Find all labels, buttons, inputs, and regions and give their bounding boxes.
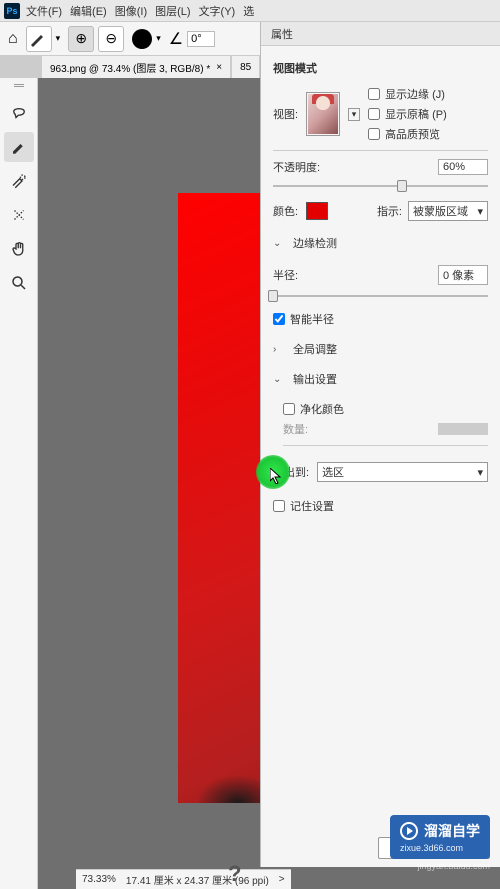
section-edge-detection[interactable]: ⌄ 边缘检测 xyxy=(273,235,488,251)
chevron-right-icon[interactable]: > xyxy=(279,874,285,885)
chevron-down-icon: ▾ xyxy=(477,205,483,218)
output-to-label: 输出到: xyxy=(273,464,309,480)
add-mode-button[interactable]: ⊕ xyxy=(68,26,94,52)
credit-text: jingyan.baidu.com xyxy=(417,861,490,871)
opacity-input[interactable]: 60% xyxy=(438,159,488,175)
quick-select-tool[interactable] xyxy=(4,166,34,196)
app-icon: Ps xyxy=(4,3,20,19)
tab-label: 85 xyxy=(240,62,251,73)
dropdown-icon[interactable]: ▾ xyxy=(56,33,61,44)
tab-active[interactable]: 963.png @ 73.4% (图层 3, RGB/8) * × xyxy=(42,56,230,78)
indicate-select[interactable]: 被蒙版区域▾ xyxy=(408,201,488,221)
checkbox-decontaminate[interactable]: 净化颜色 xyxy=(283,401,488,417)
opacity-label: 不透明度: xyxy=(273,159,320,175)
chevron-down-icon: ⌄ xyxy=(273,374,283,385)
angle-input[interactable]: 0° xyxy=(187,31,215,47)
menu-layer[interactable]: 图层(L) xyxy=(155,3,190,19)
view-dropdown[interactable]: ▾ xyxy=(348,108,360,121)
slider-thumb[interactable] xyxy=(397,180,407,192)
checkbox-remember[interactable]: 记住设置 xyxy=(273,498,488,514)
brush-preset-picker[interactable] xyxy=(26,26,52,52)
play-icon xyxy=(400,822,418,840)
help-icon[interactable]: ? xyxy=(228,861,241,887)
checkbox-show-original[interactable]: 显示原稿 (P) xyxy=(368,106,447,122)
chevron-down-icon: ▾ xyxy=(477,466,483,479)
doc-info: 17.41 厘米 x 24.37 厘米 (96 ppi) xyxy=(126,872,269,887)
menu-edit[interactable]: 编辑(E) xyxy=(70,3,107,19)
panel-tab-properties[interactable]: 属性 xyxy=(261,22,500,46)
output-to-select[interactable]: 选区▾ xyxy=(317,462,488,482)
watermark: 溜溜自学 zixue.3d66.com xyxy=(390,815,490,859)
amount-label: 数量: xyxy=(283,421,308,437)
amount-bar xyxy=(438,423,488,435)
color-swatch[interactable] xyxy=(306,202,328,220)
menu-file[interactable]: 文件(F) xyxy=(26,3,62,19)
zoom-value[interactable]: 73.33% xyxy=(82,874,116,885)
zoom-tool[interactable] xyxy=(4,268,34,298)
menu-text[interactable]: 文字(Y) xyxy=(199,3,236,19)
left-toolbar xyxy=(0,78,38,889)
menu-image[interactable]: 图像(I) xyxy=(115,3,147,19)
view-label: 视图: xyxy=(273,106,298,122)
opacity-slider[interactable] xyxy=(273,179,488,193)
lasso-tool[interactable] xyxy=(4,98,34,128)
hand-tool[interactable] xyxy=(4,234,34,264)
indicate-label: 指示: xyxy=(377,203,402,219)
radius-slider[interactable] xyxy=(273,289,488,303)
view-mode-title: 视图模式 xyxy=(273,60,488,76)
radius-input[interactable]: 0 像素 xyxy=(438,265,488,285)
checkbox-show-edges[interactable]: 显示边缘 (J) xyxy=(368,86,447,102)
statusbar: 73.33% 17.41 厘米 x 24.37 厘米 (96 ppi) > xyxy=(76,869,291,889)
slider-thumb[interactable] xyxy=(268,290,278,302)
section-global-adjust[interactable]: › 全局调整 xyxy=(273,341,488,357)
tab-label: 963.png @ 73.4% (图层 3, RGB/8) * xyxy=(50,60,210,75)
properties-panel: 属性 视图模式 视图: ▾ 显示边缘 (J) 显示原稿 (P) 高品质预览 不透… xyxy=(260,22,500,867)
color-label: 颜色: xyxy=(273,203,298,219)
section-output-settings[interactable]: ⌄ 输出设置 xyxy=(273,371,488,387)
view-thumbnail[interactable] xyxy=(306,92,340,136)
subtract-mode-button[interactable]: ⊖ xyxy=(98,26,124,52)
close-icon[interactable]: × xyxy=(216,62,222,73)
chevron-right-icon: › xyxy=(273,344,283,355)
tab-next[interactable]: 85 xyxy=(232,56,259,78)
dropdown-icon[interactable]: ▾ xyxy=(156,33,161,44)
angle-icon: ∠ xyxy=(169,29,183,49)
menu-select[interactable]: 选 xyxy=(243,3,254,19)
toolbar-handle[interactable] xyxy=(14,84,24,90)
brush-size-preview[interactable] xyxy=(132,29,152,49)
radius-label: 半径: xyxy=(273,267,298,283)
refine-tool[interactable] xyxy=(4,200,34,230)
home-icon[interactable]: ⌂ xyxy=(8,30,18,48)
chevron-down-icon: ⌄ xyxy=(273,238,283,249)
brush-tool[interactable] xyxy=(4,132,34,162)
checkbox-hq-preview[interactable]: 高品质预览 xyxy=(368,126,447,142)
checkbox-smart-radius[interactable]: 智能半径 xyxy=(273,311,488,327)
menubar: Ps 文件(F) 编辑(E) 图像(I) 图层(L) 文字(Y) 选 xyxy=(0,0,500,22)
